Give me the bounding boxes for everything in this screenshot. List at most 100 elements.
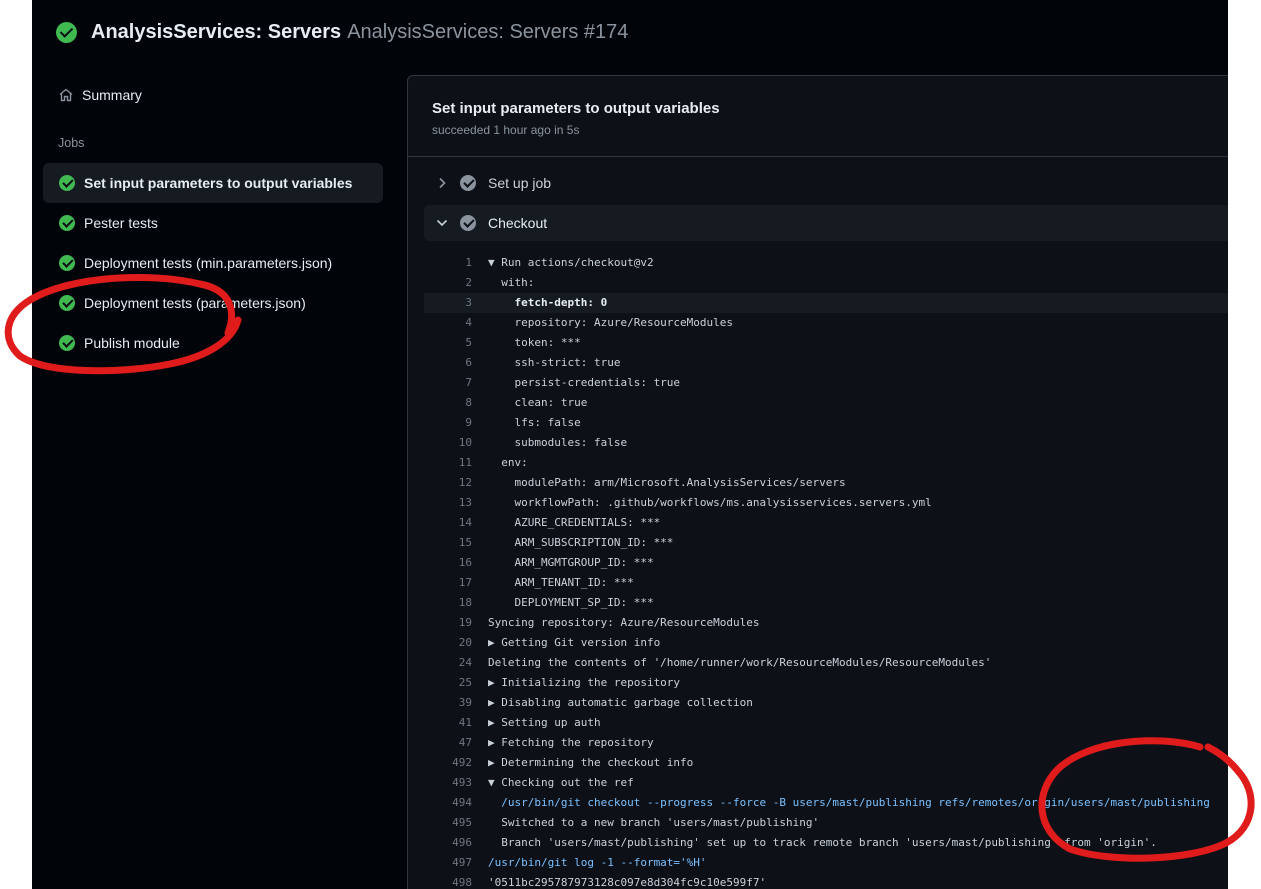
log-line: 494 /usr/bin/git checkout --progress --f… <box>424 793 1228 813</box>
step-set-up-job[interactable]: Set up job <box>424 165 1228 201</box>
log-line-text: Deleting the contents of '/home/runner/w… <box>488 656 992 669</box>
log-line: 14 AZURE_CREDENTIALS: *** <box>424 513 1228 533</box>
job-item-deployment-tests-min[interactable]: Deployment tests (min.parameters.json) <box>43 243 383 283</box>
log-line-text: Switched to a new branch 'users/mast/pub… <box>488 816 820 829</box>
jobs-heading: Jobs <box>58 136 85 150</box>
log-line-number[interactable]: 2 <box>424 273 472 293</box>
log-line-number[interactable]: 19 <box>424 613 472 633</box>
log-line: 39 ▶ Disabling automatic garbage collecti… <box>424 693 1228 713</box>
log-line-number[interactable]: 14 <box>424 513 472 533</box>
log-line-text: ▶ Initializing the repository <box>488 676 681 689</box>
log-line: 492 ▶ Determining the checkout info <box>424 753 1228 773</box>
log-line: 9 lfs: false <box>424 413 1228 433</box>
log-line-number[interactable]: 25 <box>424 673 472 693</box>
log-line-number[interactable]: 15 <box>424 533 472 553</box>
log-line: 4 repository: Azure/ResourceModules <box>424 313 1228 333</box>
job-item-set-input-parameters[interactable]: Set input parameters to output variables <box>43 163 383 203</box>
log-line-number[interactable]: 4 <box>424 313 472 333</box>
log-line-number[interactable]: 10 <box>424 433 472 453</box>
job-status: succeeded 1 hour ago in 5s <box>432 123 580 137</box>
log-line-number[interactable]: 18 <box>424 593 472 613</box>
log-line-number[interactable]: 492 <box>424 753 472 773</box>
log-line-text: ▶ Fetching the repository <box>488 736 654 749</box>
log-line-text: ▶ Getting Git version info <box>488 636 661 649</box>
log-line-number[interactable]: 9 <box>424 413 472 433</box>
step-checkout[interactable]: Checkout <box>424 205 1228 241</box>
log-line: 17 ARM_TENANT_ID: *** <box>424 573 1228 593</box>
log-line: 6 ssh-strict: true <box>424 353 1228 373</box>
job-label: Deployment tests (min.parameters.json) <box>84 255 333 271</box>
log-line-number[interactable]: 17 <box>424 573 472 593</box>
completed-check-icon <box>460 175 476 191</box>
log-line: 496 Branch 'users/mast/publishing' set u… <box>424 833 1228 853</box>
job-item-publish-module[interactable]: Publish module <box>43 323 383 363</box>
log-line: 497/usr/bin/git log -1 --format='%H' <box>424 853 1228 873</box>
log-line-text: DEPLOYMENT_SP_ID: *** <box>488 596 654 609</box>
log-line-number[interactable]: 8 <box>424 393 472 413</box>
home-icon <box>59 88 73 102</box>
chevron-down-icon <box>434 215 450 231</box>
log-line-text: Branch 'users/mast/publishing' set up to… <box>488 836 1157 849</box>
workflow-run-page: AnalysisServices: Servers AnalysisServic… <box>32 0 1228 889</box>
log-line-number[interactable]: 47 <box>424 733 472 753</box>
log-line: 41 ▶ Setting up auth <box>424 713 1228 733</box>
log-line-number[interactable]: 11 <box>424 453 472 473</box>
log-line-number[interactable]: 5 <box>424 333 472 353</box>
job-label: Publish module <box>84 335 180 351</box>
log-line: 16 ARM_MGMTGROUP_ID: *** <box>424 553 1228 573</box>
job-label: Deployment tests (parameters.json) <box>84 295 306 311</box>
log-line: 47 ▶ Fetching the repository <box>424 733 1228 753</box>
log-line-text: clean: true <box>488 396 588 409</box>
log-line: 10 submodules: false <box>424 433 1228 453</box>
log-line: 2 with: <box>424 273 1228 293</box>
success-check-icon <box>56 21 77 43</box>
job-item-pester-tests[interactable]: Pester tests <box>43 203 383 243</box>
success-check-icon <box>59 255 75 271</box>
log-line-number[interactable]: 13 <box>424 493 472 513</box>
log-line-number[interactable]: 16 <box>424 553 472 573</box>
log-line-text: ▼ Checking out the ref <box>488 776 634 789</box>
log-line-text: ARM_SUBSCRIPTION_ID: *** <box>488 536 674 549</box>
log-line: 12 modulePath: arm/Microsoft.AnalysisSer… <box>424 473 1228 493</box>
run-title: AnalysisServices: Servers #174 <box>347 20 629 43</box>
log-line-text: token: *** <box>488 336 581 349</box>
job-header: Set input parameters to output variables… <box>408 76 1228 157</box>
job-item-deployment-tests[interactable]: Deployment tests (parameters.json) <box>43 283 383 323</box>
log-line-number[interactable]: 1 <box>424 253 472 273</box>
log-line-number[interactable]: 494 <box>424 793 472 813</box>
log-line-number[interactable]: 495 <box>424 813 472 833</box>
log-line-number[interactable]: 3 <box>424 293 472 313</box>
log-line-text: modulePath: arm/Microsoft.AnalysisServic… <box>488 476 846 489</box>
log-line-number[interactable]: 24 <box>424 653 472 673</box>
log-line: 19 Syncing repository: Azure/ResourceModu… <box>424 613 1228 633</box>
log-line-text: fetch-depth: 0 <box>488 296 608 309</box>
completed-check-icon <box>460 215 476 231</box>
chevron-right-icon <box>434 175 450 191</box>
success-check-icon <box>59 175 75 191</box>
log-line-number[interactable]: 7 <box>424 373 472 393</box>
log-line-text: lfs: false <box>488 416 581 429</box>
workflow-title: AnalysisServices: Servers <box>91 20 342 43</box>
log-line-number[interactable]: 12 <box>424 473 472 493</box>
log-line-text: /usr/bin/git log -1 --format='%H' <box>488 856 707 869</box>
log-line-number[interactable]: 496 <box>424 833 472 853</box>
log-output: 1 ▼ Run actions/checkout@v2 2 with: 3 fetch… <box>424 253 1228 889</box>
summary-link[interactable]: Summary <box>58 84 142 106</box>
log-line-number[interactable]: 6 <box>424 353 472 373</box>
log-line-text: env: <box>488 456 528 469</box>
log-line-number[interactable]: 20 <box>424 633 472 653</box>
log-line-number[interactable]: 493 <box>424 773 472 793</box>
log-line-text: ▶ Setting up auth <box>488 716 601 729</box>
success-check-icon <box>59 295 75 311</box>
log-line: 495 Switched to a new branch 'users/mast… <box>424 813 1228 833</box>
log-line-text: ▼ Run actions/checkout@v2 <box>488 256 654 269</box>
log-line: 24 Deleting the contents of '/home/runner… <box>424 653 1228 673</box>
log-line-number[interactable]: 41 <box>424 713 472 733</box>
job-log-panel: Set input parameters to output variables… <box>407 75 1228 889</box>
log-line-number[interactable]: 497 <box>424 853 472 873</box>
log-line-text: workflowPath: .github/workflows/ms.analy… <box>488 496 932 509</box>
log-line-number[interactable]: 498 <box>424 873 472 889</box>
log-line-number[interactable]: 39 <box>424 693 472 713</box>
log-line: 3 fetch-depth: 0 <box>424 293 1228 313</box>
log-line: 15 ARM_SUBSCRIPTION_ID: *** <box>424 533 1228 553</box>
